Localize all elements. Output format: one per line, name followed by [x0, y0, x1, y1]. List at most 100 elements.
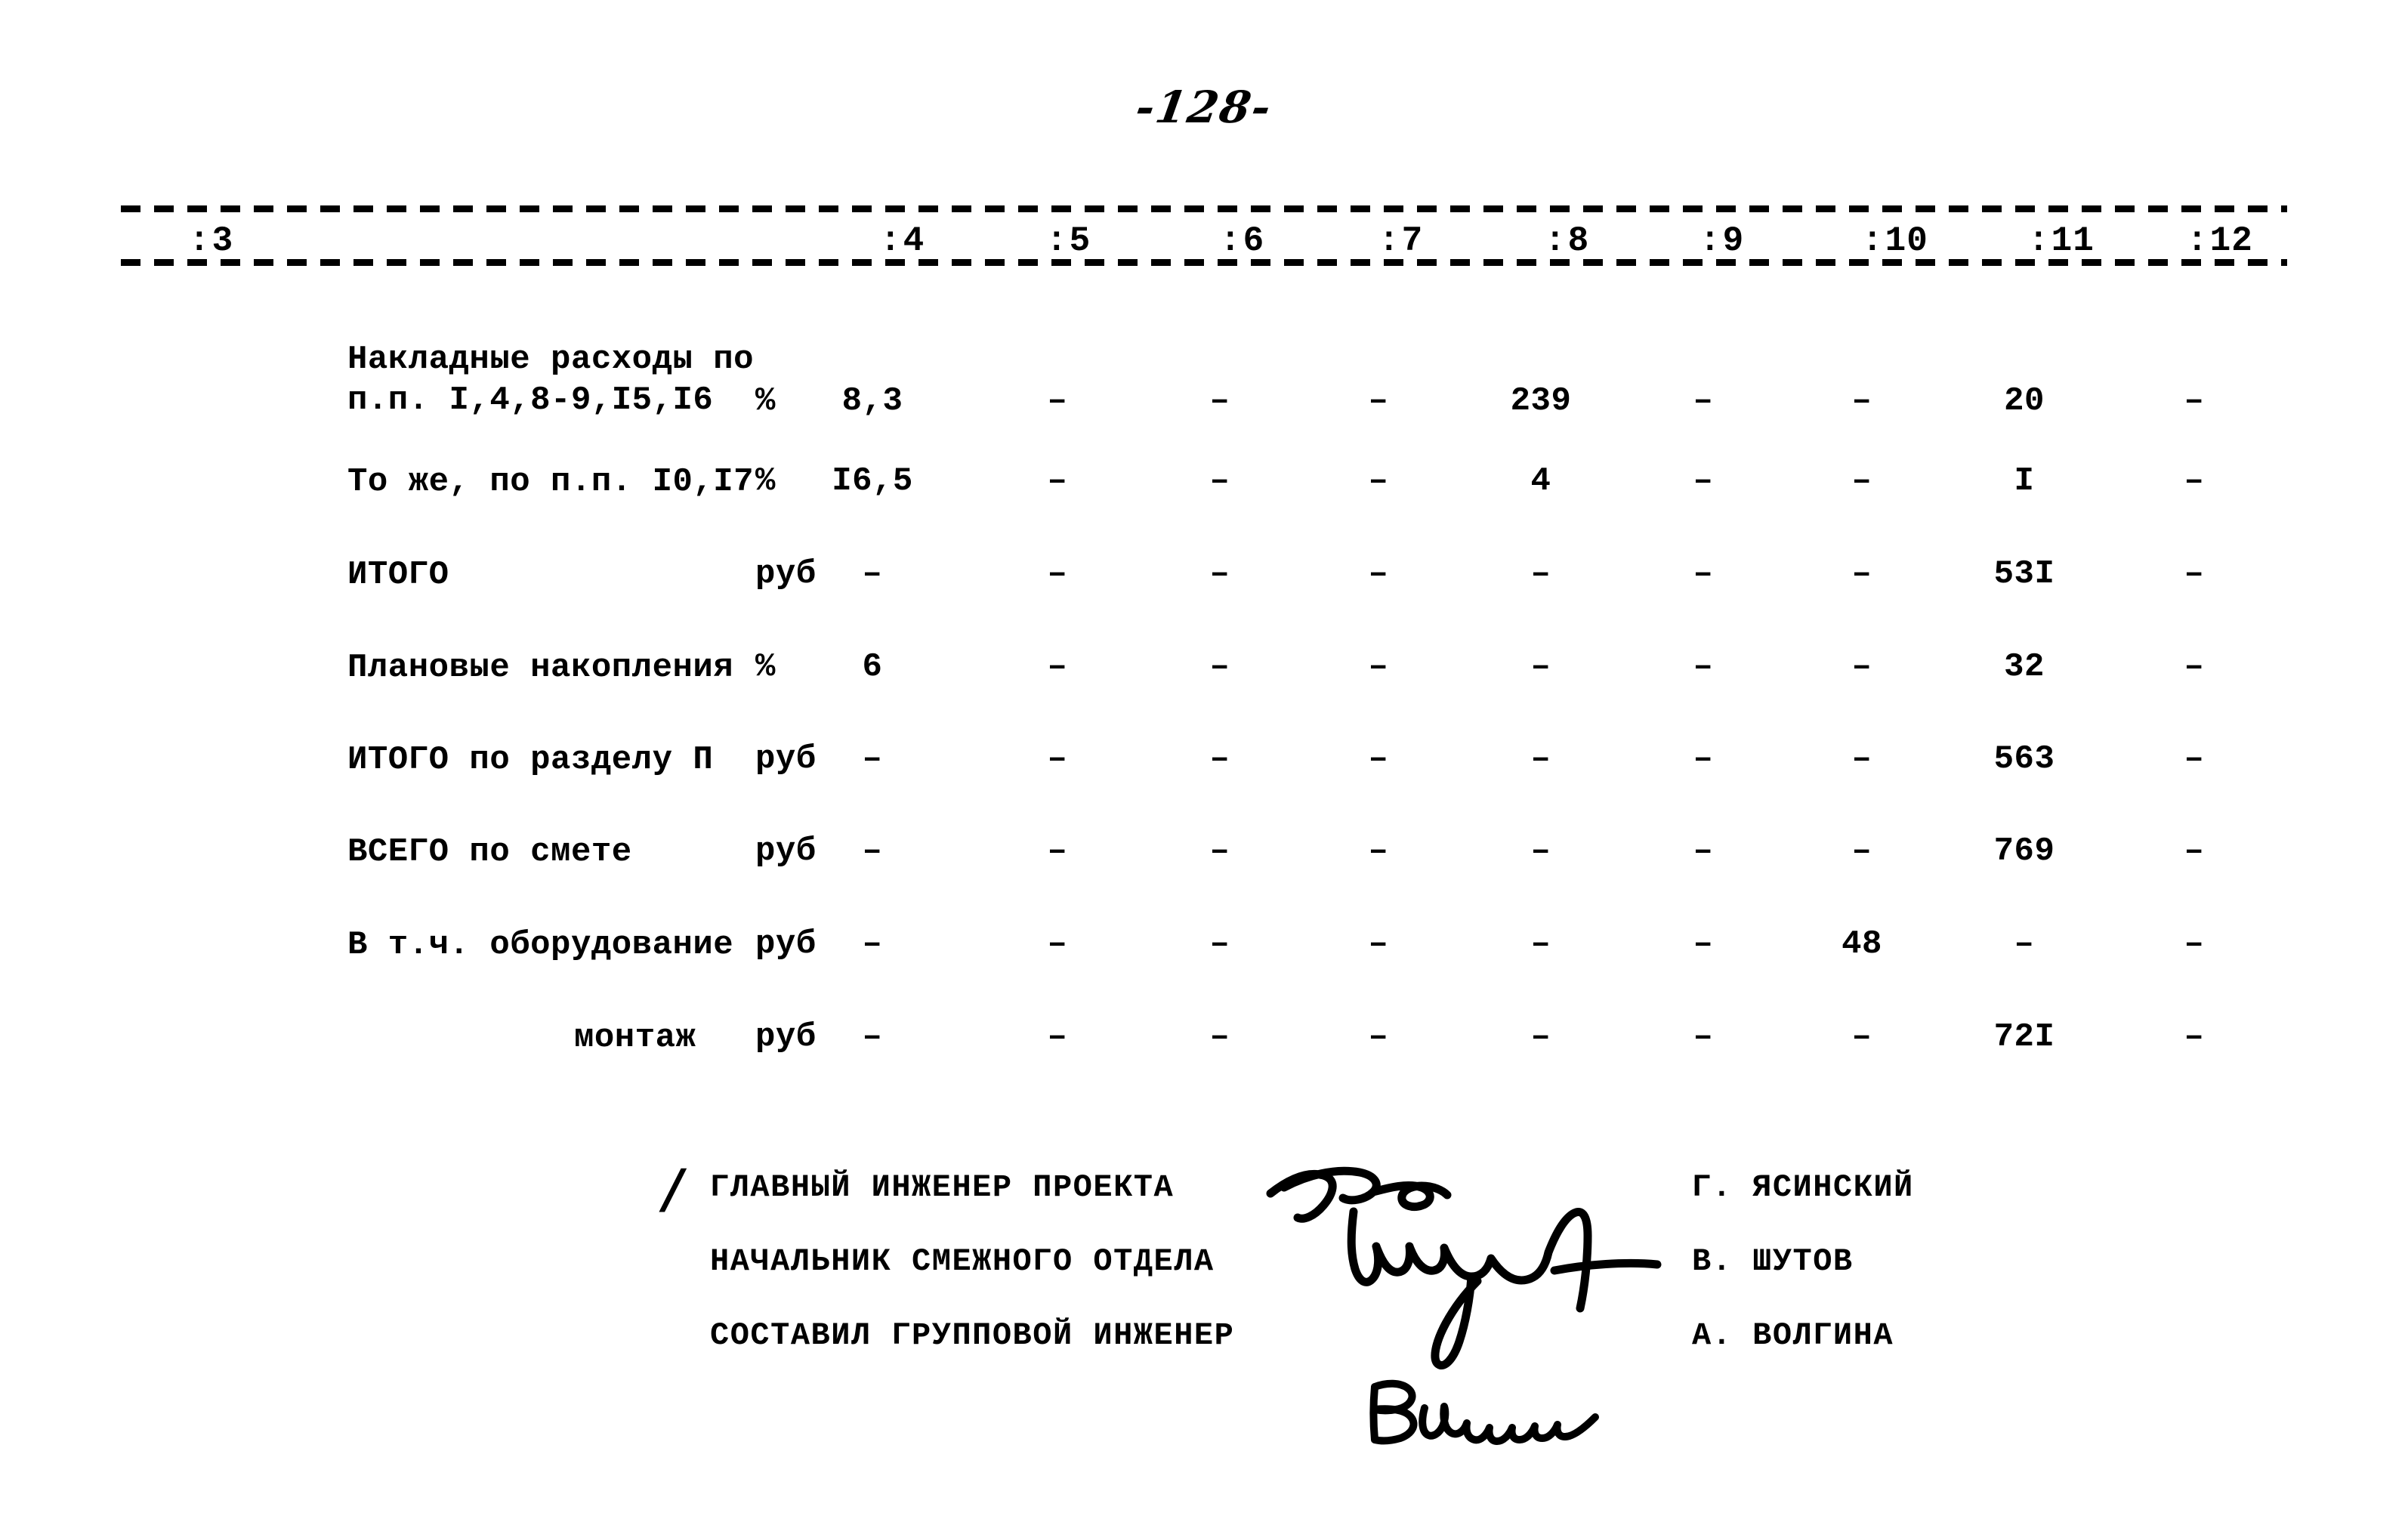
- table-cell: –: [2184, 555, 2205, 593]
- table-cell: –: [1851, 1018, 1872, 1056]
- table-cell: –: [862, 832, 883, 870]
- table-cell: –: [1368, 555, 1389, 593]
- table-cell: –: [1047, 1018, 1068, 1056]
- signatory-role: НАЧАЛЬНИК СМЕЖНОГО ОТДЕЛА: [710, 1243, 1215, 1280]
- column-separator-mark: :: [2187, 221, 2209, 261]
- column-number-4: :4: [880, 221, 925, 261]
- signatory-name: Г. ЯСИНСКИЙ: [1692, 1169, 1914, 1206]
- table-cell: –: [2184, 740, 2205, 778]
- row-label: ВСЕГО по смете: [347, 833, 632, 871]
- table-cell: –: [862, 925, 883, 963]
- table-cell: –: [1047, 925, 1068, 963]
- row-unit: руб: [755, 555, 817, 593]
- table-cell: –: [1209, 648, 1230, 686]
- row-unit: руб: [755, 740, 817, 778]
- signature-row: / ГЛАВНЫЙ ИНЖЕНЕР ПРОЕКТА Г. ЯСИНСКИЙ: [663, 1157, 2266, 1225]
- column-number-label: 8: [1567, 221, 1590, 261]
- table-rule-bottom: [121, 259, 2287, 266]
- column-number-label: 9: [1722, 221, 1745, 261]
- column-number-12: :12: [2187, 221, 2253, 261]
- table-cell: –: [1851, 462, 1872, 500]
- table-cell: –: [1693, 648, 1714, 686]
- table-cell: –: [1209, 462, 1230, 500]
- table-cell: –: [1693, 382, 1714, 420]
- table-cell: 32: [2004, 648, 2045, 686]
- column-separator-mark: :: [1545, 221, 1567, 261]
- table-cell: –: [2184, 648, 2205, 686]
- column-number-label: 11: [2051, 221, 2095, 261]
- table-cell: –: [2184, 925, 2205, 963]
- column-number-5: :5: [1046, 221, 1091, 261]
- signature-row: СОСТАВИЛ ГРУППОВОЙ ИНЖЕНЕР А. ВОЛГИНА: [680, 1317, 2266, 1373]
- table-cell: –: [1693, 925, 1714, 963]
- signatory-name: А. ВОЛГИНА: [1692, 1317, 1894, 1354]
- row-label: ИТОГО: [347, 556, 449, 594]
- table-cell: 72I: [1993, 1018, 2055, 1056]
- table-cell: –: [2184, 1018, 2205, 1056]
- row-label: Накладные расходы по п.п. I,4,8-9,I5,I6: [347, 341, 755, 419]
- row-label: То же, по п.п. I0,I7: [347, 463, 755, 501]
- table-cell: –: [1693, 462, 1714, 500]
- handwritten-slash-mark: /: [663, 1157, 683, 1220]
- row-unit: %: [755, 648, 776, 686]
- table-cell: I: [2014, 462, 2035, 500]
- table-cell: 4: [1530, 462, 1551, 500]
- column-separator-mark: :: [880, 221, 902, 261]
- table-cell: –: [1047, 648, 1068, 686]
- column-number-label: 10: [1885, 221, 1928, 261]
- table-cell: –: [1368, 648, 1389, 686]
- column-number-10: :10: [1862, 221, 1928, 261]
- table-cell: –: [1209, 555, 1230, 593]
- column-number-label: 5: [1069, 221, 1091, 261]
- column-separator-mark: :: [189, 221, 211, 261]
- table-cell: 563: [1993, 740, 2055, 778]
- table-cell: –: [1047, 382, 1068, 420]
- table-cell: –: [1047, 462, 1068, 500]
- table-cell: –: [1530, 555, 1551, 593]
- table-cell: –: [1368, 462, 1389, 500]
- column-number-label: 3: [211, 221, 234, 261]
- table-cell: –: [1047, 740, 1068, 778]
- column-number-7: :7: [1378, 221, 1423, 261]
- column-number-label: 12: [2209, 221, 2253, 261]
- table-cell: –: [1693, 740, 1714, 778]
- table-cell: –: [1209, 1018, 1230, 1056]
- row-unit: руб: [755, 925, 817, 963]
- row-unit: руб: [755, 1018, 817, 1056]
- table-cell: –: [862, 555, 883, 593]
- table-cell: –: [1530, 648, 1551, 686]
- table-cell: 8,3: [841, 382, 903, 420]
- row-unit: руб: [755, 832, 817, 870]
- table-cell: –: [2184, 832, 2205, 870]
- table-rule-top: [121, 205, 2287, 212]
- table-cell: –: [1047, 832, 1068, 870]
- column-separator-mark: :: [1378, 221, 1400, 261]
- signature-row: НАЧАЛЬНИК СМЕЖНОГО ОТДЕЛА В. ШУТОВ: [680, 1243, 2266, 1299]
- column-number-row: :3:4:5:6:7:8:9:10:11:12: [121, 212, 2287, 261]
- column-number-9: :9: [1699, 221, 1744, 261]
- row-label: ИТОГО по разделу П: [347, 741, 714, 779]
- table-cell: –: [1368, 740, 1389, 778]
- table-cell: –: [2184, 462, 2205, 500]
- row-label: В т.ч. оборудование: [347, 926, 734, 964]
- signatory-role: СОСТАВИЛ ГРУППОВОЙ ИНЖЕНЕР: [710, 1317, 1235, 1354]
- table-cell: –: [1851, 555, 1872, 593]
- column-number-6: :6: [1220, 221, 1264, 261]
- table-cell: –: [862, 740, 883, 778]
- table-cell: –: [1693, 1018, 1714, 1056]
- table-cell: –: [1047, 555, 1068, 593]
- table-cell: –: [1530, 740, 1551, 778]
- column-number-3: :3: [189, 221, 233, 261]
- column-separator-mark: :: [1699, 221, 1721, 261]
- table-cell: –: [1209, 382, 1230, 420]
- column-number-label: 6: [1243, 221, 1265, 261]
- table-cell: –: [1693, 555, 1714, 593]
- table-cell: –: [1368, 382, 1389, 420]
- table-cell: –: [1530, 1018, 1551, 1056]
- table-cell: –: [862, 1018, 883, 1056]
- table-cell: 769: [1993, 832, 2055, 870]
- table-cell: 20: [2004, 382, 2045, 420]
- row-label: Плановые накопления: [347, 649, 734, 687]
- table-cell: –: [1209, 832, 1230, 870]
- table-cell: –: [1693, 832, 1714, 870]
